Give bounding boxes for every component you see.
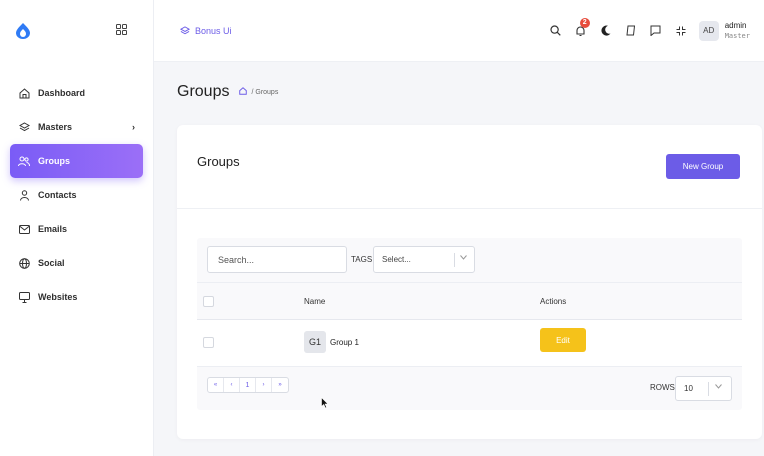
chevron-down-icon [715,384,722,391]
rows-per-page-select[interactable]: 10 [675,376,732,401]
sidebar-item-label: Contacts [38,190,77,200]
select-divider [708,382,709,396]
group-avatar: G1 [304,331,326,353]
next-page-button[interactable]: › [256,378,272,392]
select-divider [454,253,455,267]
sidebar-item-groups[interactable]: Groups [10,144,143,178]
sidebar-item-label: Websites [38,292,78,302]
rows-per-page-value: 10 [684,384,693,393]
rows-label: ROWS [650,383,675,392]
notification-badge: 2 [579,17,590,28]
column-header-name[interactable]: Name [304,297,325,306]
topbar-tools: 2 AD admin Master [540,17,750,41]
chevron-down-icon [460,255,467,262]
sidebar-item-label: Social [38,258,65,268]
last-page-button[interactable]: » [272,378,288,392]
logo-row [0,0,153,62]
groups-table: TAGS Select... Name Actions G1 Group 1 E… [197,238,742,410]
users-icon [18,155,30,167]
first-page-button[interactable]: « [208,378,224,392]
message-icon[interactable] [647,22,665,40]
chevron-right-icon: › [132,122,135,132]
layers-icon [180,25,190,34]
brand-link[interactable]: Bonus Ui [180,26,232,36]
pagination-row: « ‹ 1 › » ROWS 10 [197,367,742,410]
home-icon [18,87,30,99]
card-divider [177,208,762,209]
breadcrumb-home-icon[interactable] [239,87,248,97]
search-input[interactable] [207,246,347,273]
sidebar-item-label: Dashboard [38,88,86,98]
sidebar: Dashboard Masters › Groups Contacts Emai… [0,0,154,456]
select-all-checkbox[interactable] [203,296,214,307]
mouse-cursor-icon [321,397,329,409]
dark-mode-moon-icon[interactable] [597,22,615,40]
pagination: « ‹ 1 › » [207,377,289,393]
sidebar-item-websites[interactable]: Websites [10,280,143,314]
notification-bell-icon[interactable]: 2 [572,17,590,40]
table-row: G1 Group 1 Edit [197,320,742,367]
table-header: Name Actions [197,283,742,320]
new-group-button[interactable]: New Group [666,154,740,179]
page-header: Groups / Groups [177,83,278,101]
layers-icon [18,121,30,133]
tags-select-placeholder: Select... [382,255,411,264]
prev-page-button[interactable]: ‹ [224,378,240,392]
tags-label: TAGS [351,255,373,264]
user-icon [18,189,30,201]
sidebar-item-label: Groups [38,156,71,166]
monitor-icon [18,291,30,303]
bookmark-icon[interactable] [622,22,640,40]
breadcrumb-current: Groups [255,88,279,96]
brand-name: Bonus Ui [195,25,232,36]
fullscreen-collapse-icon[interactable] [672,22,690,40]
breadcrumb: / Groups [239,87,278,97]
topbar: Bonus Ui 2 AD admin Master [154,0,764,62]
card-title: Groups [197,154,240,169]
sidebar-item-emails[interactable]: Emails [10,212,143,246]
sidebar-item-social[interactable]: Social [10,246,143,280]
sidebar-item-contacts[interactable]: Contacts [10,178,143,212]
user-name: admin [724,20,747,30]
avatar[interactable]: AD [698,20,719,41]
tags-select[interactable]: Select... [373,246,475,273]
globe-icon [18,257,30,269]
group-name[interactable]: Group 1 [330,338,359,347]
search-icon[interactable] [547,22,565,40]
edit-button[interactable]: Edit [540,328,586,352]
logo-icon[interactable] [16,23,30,39]
mail-icon [18,223,30,235]
page-number-button[interactable]: 1 [240,378,256,392]
row-checkbox[interactable] [203,337,214,348]
sidebar-item-label: Masters [38,122,73,132]
sidebar-item-masters[interactable]: Masters › [10,110,143,144]
grid-icon[interactable] [116,24,127,38]
page-title: Groups [177,83,230,100]
column-header-actions: Actions [540,297,567,306]
user-role: Master [724,31,750,40]
sidebar-nav: Dashboard Masters › Groups Contacts Emai… [0,76,153,314]
filter-row: TAGS Select... [197,238,742,283]
sidebar-item-dashboard[interactable]: Dashboard [10,76,143,110]
sidebar-item-label: Emails [38,224,68,234]
groups-card: Groups New Group TAGS Select... Name Act… [177,125,762,439]
user-info[interactable]: admin Master [725,21,750,41]
breadcrumb-separator: / [251,88,254,96]
